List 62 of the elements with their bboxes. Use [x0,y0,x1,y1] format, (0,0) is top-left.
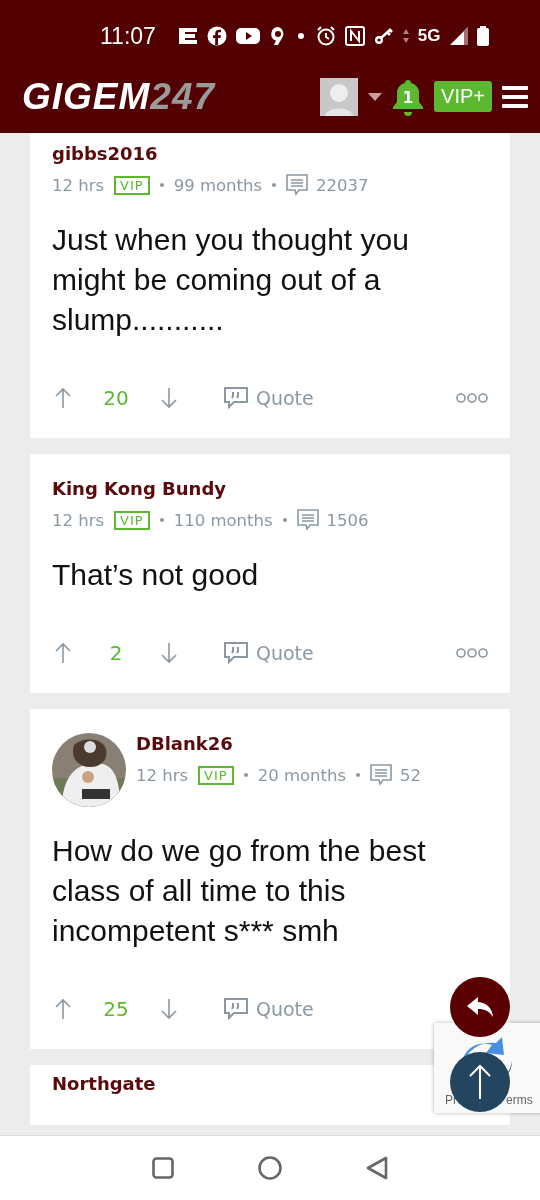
post-time: 12 hrs [52,510,105,530]
site-logo[interactable]: GIGEM [22,75,151,118]
quote-icon [224,998,248,1020]
back-icon[interactable] [366,1156,388,1180]
upvote-arrow-icon[interactable] [54,387,72,409]
member-tenure: 20 months [257,765,347,785]
vip-badge: VIP [114,175,150,195]
vip-badge: VIP [114,510,150,530]
quote-button[interactable]: Quote [224,642,314,664]
post-time: 12 hrs [136,765,189,785]
clock-time: 11:07 [100,22,156,50]
vote-count: 2 [108,641,124,665]
facebook-icon [206,26,227,46]
post-time: 12 hrs [52,175,105,195]
post-text: That’s not good [52,557,260,593]
vip-badge: VIP [198,765,234,785]
up-arrow-icon [468,1064,492,1100]
author-name[interactable]: DBlank26 [136,733,422,754]
vote-count: 20 [102,386,130,410]
comment-icon [286,174,309,196]
play-icon [235,27,260,45]
member-tenure: 99 months [173,175,263,195]
signal-icon [449,27,468,45]
menu-icon[interactable] [502,84,528,109]
battery-icon [476,26,489,46]
data-arrows-icon [402,28,409,44]
alarm-icon [315,26,336,46]
post-count: 52 [400,765,422,785]
reply-arrow-icon [466,996,494,1018]
quote-button[interactable]: Quote [224,998,314,1020]
comment-icon [296,509,319,531]
downvote-arrow-icon[interactable] [160,642,178,664]
post-count: 22037 [316,175,369,195]
nine-icon [268,26,286,46]
key-icon [373,27,394,45]
upvote-arrow-icon[interactable] [54,998,72,1020]
site-logo-suffix: 247 [150,75,216,118]
upvote-arrow-icon[interactable] [54,642,72,664]
vote-count: 25 [102,997,130,1021]
more-options-icon[interactable] [456,393,488,403]
user-avatar[interactable] [320,77,359,116]
more-options-icon[interactable] [456,648,488,658]
downvote-arrow-icon[interactable] [160,387,178,409]
network-type: 5G [417,26,441,46]
quote-icon [224,642,248,664]
comment-icon [370,764,393,786]
app-icon [177,27,198,45]
author-name[interactable]: Northgate [52,1073,156,1094]
home-icon[interactable] [258,1156,282,1180]
author-name[interactable]: King Kong Bundy [52,478,369,499]
quote-button[interactable]: Quote [224,387,314,409]
downvote-arrow-icon[interactable] [160,998,178,1020]
post-text: Just when you thought you might be coming out of a slump........... [52,222,410,338]
post-text: How do we go from the best class of all time to this incompetent s*** smh [52,833,427,949]
quote-icon [224,387,248,409]
author-name[interactable]: gibbs2016 [52,143,369,164]
member-tenure: 110 months [173,510,273,530]
dropdown-caret-icon[interactable] [368,92,383,101]
recaptcha-text[interactable]: erms [506,1093,533,1107]
nfc-icon [344,26,365,46]
recent-apps-icon[interactable] [152,1157,174,1179]
post-count: 1506 [326,510,369,530]
